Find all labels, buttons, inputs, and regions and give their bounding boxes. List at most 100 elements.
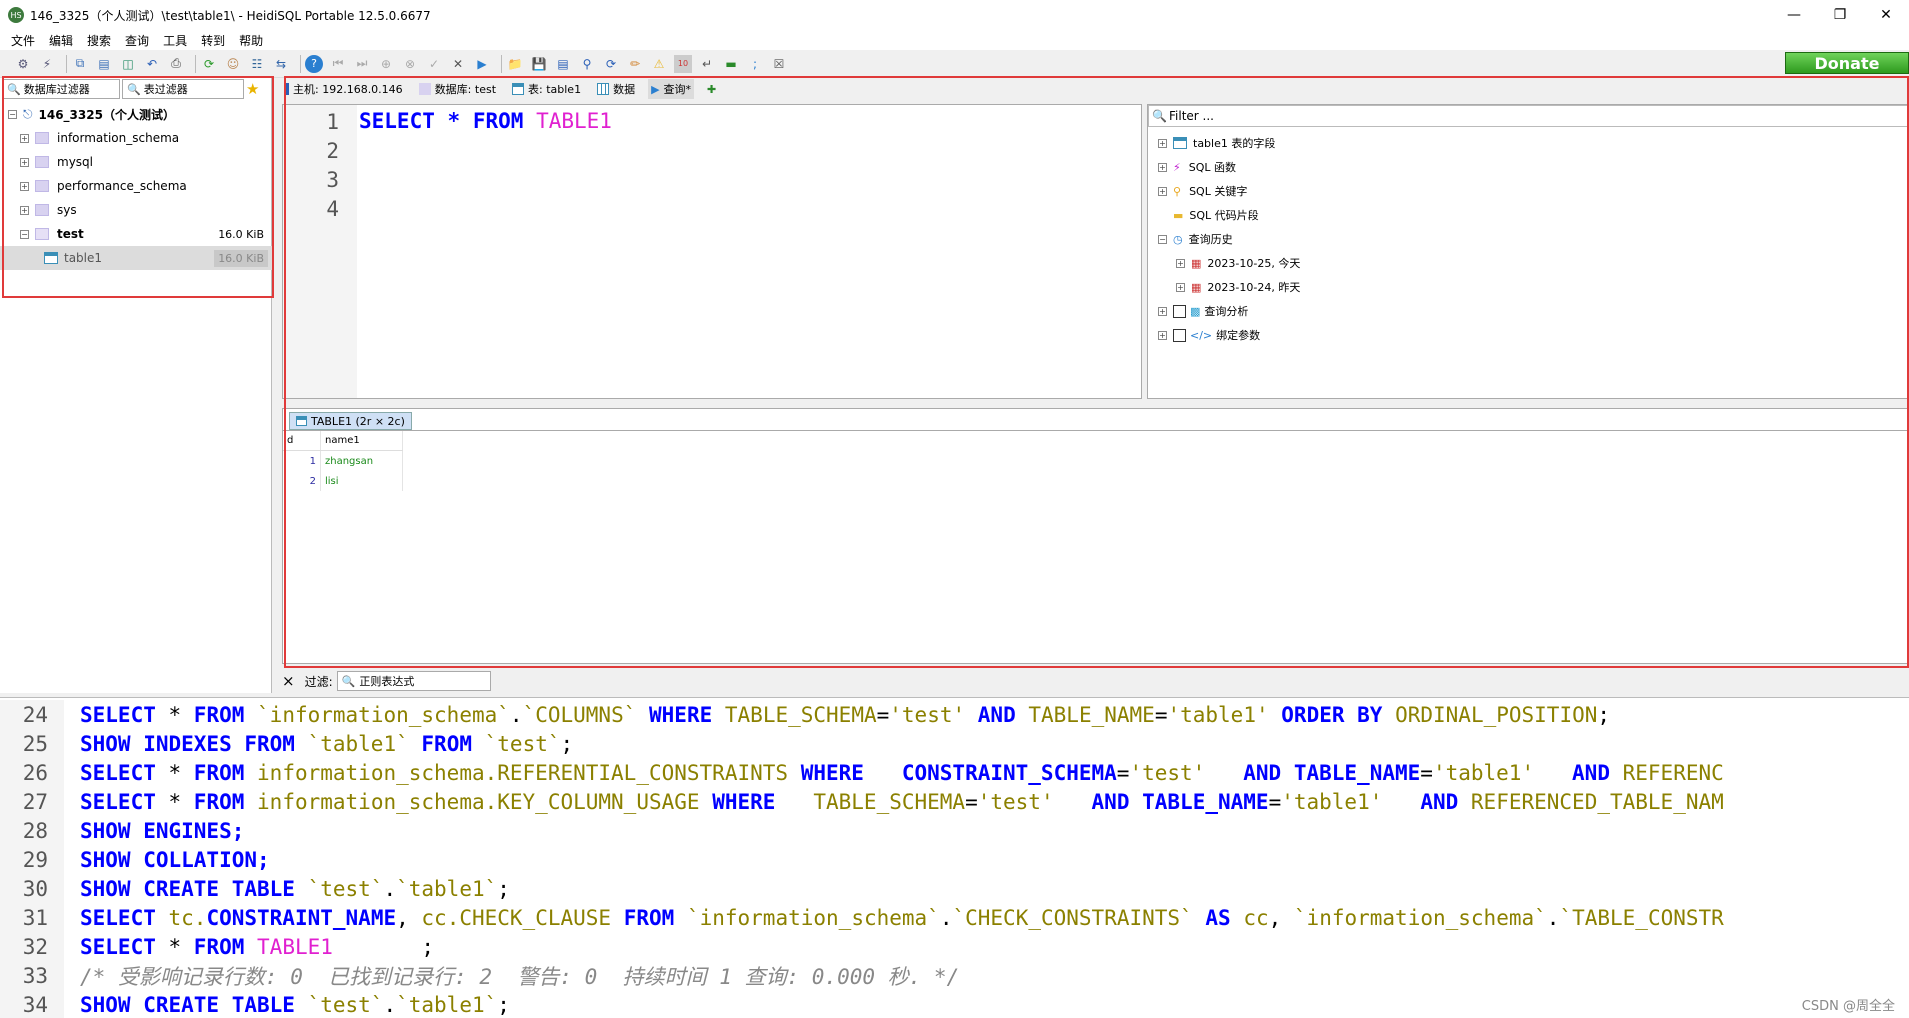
- expand-icon[interactable]: +: [1158, 162, 1167, 172]
- paste-icon[interactable]: ▤: [95, 55, 113, 73]
- donate-button[interactable]: Donate: [1785, 52, 1909, 74]
- open-folder-icon[interactable]: 📁: [506, 55, 524, 73]
- tab-new-query[interactable]: ✚: [704, 79, 719, 99]
- semicolon-icon[interactable]: ;: [746, 55, 764, 73]
- menu-goto[interactable]: 转到: [194, 32, 232, 49]
- table-row[interactable]: 1 zhangsan: [283, 451, 403, 471]
- menu-file[interactable]: 文件: [4, 32, 42, 49]
- expand-icon[interactable]: +: [1158, 186, 1167, 196]
- helper-item-bind-params[interactable]: + </> 绑定参数: [1158, 323, 1260, 347]
- delete-row-icon[interactable]: ⊗: [401, 55, 419, 73]
- transfer-icon[interactable]: ⇆: [272, 55, 290, 73]
- tab-database[interactable]: 数据库: test: [416, 79, 499, 99]
- helper-item-profiling[interactable]: + ▩ 查询分析: [1158, 299, 1248, 323]
- copy-icon[interactable]: ⧉: [71, 55, 89, 73]
- wrap-icon[interactable]: ↵: [698, 55, 716, 73]
- print-icon[interactable]: ⎙: [167, 55, 185, 73]
- warning-icon[interactable]: ⚠: [650, 55, 668, 73]
- expand-icon[interactable]: +: [1176, 282, 1185, 292]
- format-icon[interactable]: ✏: [626, 55, 644, 73]
- clear-icon[interactable]: ☒: [770, 55, 788, 73]
- tree-db-test[interactable]: − test 16.0 KiB: [0, 222, 272, 246]
- result-grid[interactable]: d name1 1 zhangsan 2 lisi: [283, 431, 403, 491]
- menu-search[interactable]: 搜索: [80, 32, 118, 49]
- run-icon[interactable]: ▶: [473, 55, 491, 73]
- helper-item-history-today[interactable]: + ▦ 2023-10-25, 今天: [1176, 251, 1300, 275]
- expand-icon[interactable]: +: [20, 133, 29, 143]
- insert-row-icon[interactable]: ⊕: [377, 55, 395, 73]
- column-header[interactable]: d: [283, 431, 321, 450]
- menu-tools[interactable]: 工具: [156, 32, 194, 49]
- tab-table[interactable]: 表: table1: [509, 79, 584, 99]
- bind-params-checkbox[interactable]: [1173, 328, 1186, 342]
- expand-icon[interactable]: +: [20, 205, 29, 215]
- tree-table-table1[interactable]: table1 16.0 KiB: [0, 246, 272, 270]
- last-icon[interactable]: ⏭: [353, 55, 371, 73]
- undo-icon[interactable]: ↶: [143, 55, 161, 73]
- users-icon[interactable]: ☺: [224, 55, 242, 73]
- expand-icon[interactable]: +: [1158, 138, 1167, 148]
- tab-host[interactable]: 主机: 192.168.0.146: [282, 79, 406, 99]
- help-icon[interactable]: ?: [305, 54, 323, 73]
- close-filter-icon[interactable]: ×: [282, 672, 295, 690]
- cell-name[interactable]: lisi: [321, 471, 403, 491]
- connect-icon[interactable]: ⚙: [14, 55, 32, 73]
- close-button[interactable]: ✕: [1863, 0, 1909, 30]
- table-row[interactable]: 2 lisi: [283, 471, 403, 491]
- post-icon[interactable]: ✓: [425, 55, 443, 73]
- db-filter-input[interactable]: 🔍 数据库过滤器: [2, 79, 120, 99]
- disconnect-icon[interactable]: ⚡: [38, 55, 56, 73]
- result-tab[interactable]: TABLE1 (2r × 2c): [289, 412, 412, 430]
- find-icon[interactable]: ⚲: [578, 55, 596, 73]
- tab-data[interactable]: 数据: [594, 79, 638, 99]
- profiling-checkbox[interactable]: [1173, 304, 1186, 318]
- expand-icon[interactable]: +: [20, 157, 29, 167]
- export-icon[interactable]: ◫: [119, 55, 137, 73]
- replace-icon[interactable]: ⟳: [602, 55, 620, 73]
- cell-name[interactable]: zhangsan: [321, 451, 403, 471]
- helper-item-history[interactable]: − ◷ 查询历史: [1158, 227, 1233, 251]
- helper-filter-input[interactable]: 🔍 Filter ...: [1148, 105, 1908, 127]
- expand-icon[interactable]: +: [1176, 258, 1185, 268]
- collapse-icon[interactable]: −: [8, 109, 17, 119]
- tree-server-node[interactable]: − ⎋ 146_3325（个人测试）: [0, 102, 272, 126]
- cancel-icon[interactable]: ✕: [449, 55, 467, 73]
- collapse-icon[interactable]: −: [20, 229, 29, 239]
- collapse-icon[interactable]: −: [1158, 234, 1167, 244]
- helper-item-fields[interactable]: + table1 表的字段: [1158, 131, 1275, 155]
- helper-item-snippets[interactable]: ▬ SQL 代码片段: [1173, 203, 1259, 227]
- expand-icon[interactable]: +: [1158, 306, 1167, 316]
- first-icon[interactable]: ⏮: [329, 55, 347, 73]
- log-token: TABLE_NAME: [1142, 789, 1269, 814]
- favorite-star-icon[interactable]: ★: [246, 80, 259, 98]
- tree-db-sys[interactable]: + sys: [0, 198, 272, 222]
- tree-db-performance-schema[interactable]: + performance_schema: [0, 174, 272, 198]
- helper-item-functions[interactable]: + ⚡ SQL 函数: [1158, 155, 1236, 179]
- tree-db-information-schema[interactable]: + information_schema: [0, 126, 272, 150]
- expand-icon[interactable]: +: [1158, 330, 1167, 340]
- cell-id[interactable]: 1: [283, 451, 321, 471]
- helper-item-keywords[interactable]: + ⚲ SQL 关键字: [1158, 179, 1247, 203]
- cell-id[interactable]: 2: [283, 471, 321, 491]
- explain-icon[interactable]: ▬: [722, 55, 740, 73]
- filter-input[interactable]: 🔍 正则表达式: [336, 671, 491, 691]
- user-manager-icon[interactable]: ☷: [248, 55, 266, 73]
- refresh-icon[interactable]: ⟳: [200, 55, 218, 73]
- minimize-button[interactable]: —: [1771, 0, 1817, 30]
- table-filter-input[interactable]: 🔍 表过滤器: [122, 79, 244, 99]
- menu-edit[interactable]: 编辑: [42, 32, 80, 49]
- tab-query[interactable]: ▶ 查询*: [648, 79, 695, 99]
- menu-help[interactable]: 帮助: [232, 32, 270, 49]
- tree-db-mysql[interactable]: + mysql: [0, 150, 272, 174]
- menu-query[interactable]: 查询: [118, 32, 156, 49]
- column-header[interactable]: name1: [321, 431, 403, 450]
- restore-button[interactable]: ❐: [1817, 0, 1863, 30]
- sql-editor[interactable]: 1 2 3 4 SELECT * FROM TABLE1: [282, 104, 1142, 399]
- sql-log-pane[interactable]: 24 SELECT * FROM `information_schema`.`CO…: [0, 697, 1909, 1018]
- expand-icon[interactable]: +: [20, 181, 29, 191]
- log-line-code: SHOW COLLATION;: [64, 848, 270, 872]
- binary-icon[interactable]: 10: [674, 54, 692, 73]
- save-icon[interactable]: 💾: [530, 55, 548, 73]
- helper-item-history-yesterday[interactable]: + ▦ 2023-10-24, 昨天: [1176, 275, 1300, 299]
- save-as-icon[interactable]: ▤: [554, 55, 572, 73]
